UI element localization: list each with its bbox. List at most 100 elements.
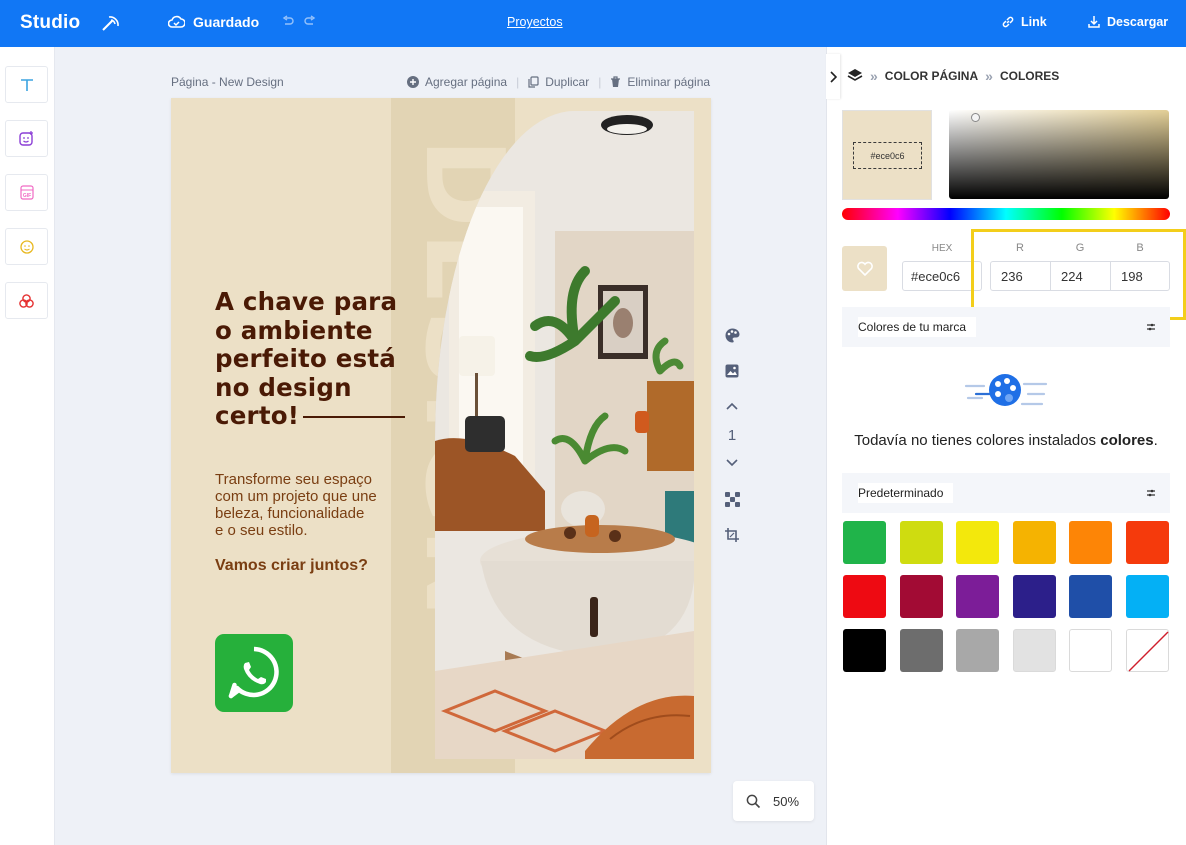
color-swatch[interactable]: [1012, 521, 1056, 564]
projects-link[interactable]: Proyectos: [507, 15, 563, 29]
hex-label: HEX: [931, 243, 953, 254]
hue-slider[interactable]: [842, 208, 1170, 220]
color-swatch[interactable]: [1126, 521, 1169, 564]
color-swatch[interactable]: [956, 521, 1000, 564]
add-page-label: Agregar página: [425, 75, 508, 89]
breadcrumb: » COLOR PÁGINA » COLORES: [847, 68, 1059, 84]
whatsapp-logo[interactable]: [215, 634, 293, 712]
color-swatch[interactable]: [1069, 575, 1113, 618]
trash-icon: [611, 76, 621, 87]
design-cta[interactable]: Vamos criar juntos?: [215, 557, 368, 575]
palette-icon: [725, 328, 739, 343]
color-swatch[interactable]: [899, 575, 943, 618]
design-subtext[interactable]: Transforme seu espaço com um projeto que…: [215, 471, 425, 539]
picker-handle[interactable]: [971, 113, 980, 122]
whatsapp-icon: [228, 646, 279, 699]
emoji-tool-button[interactable]: [5, 228, 48, 265]
empty-brand-colors-text: Todavía no tienes colores instalados col…: [842, 432, 1170, 449]
save-status: Guardado: [168, 14, 259, 30]
subtext-line: Transforme seu espaço: [215, 471, 373, 488]
delete-page-button[interactable]: Eliminar página: [610, 75, 710, 89]
link-button[interactable]: Link: [1001, 15, 1047, 29]
color-swatch[interactable]: [1069, 629, 1113, 672]
palette-button[interactable]: [722, 327, 742, 344]
settings-sliders-icon[interactable]: [1146, 488, 1156, 498]
brand-colors-header[interactable]: Colores de tu marca: [842, 307, 1170, 347]
save-status-label: Guardado: [193, 14, 260, 30]
color-swatch[interactable]: [843, 575, 886, 618]
crop-icon: [725, 528, 739, 542]
zoom-value: 50%: [773, 793, 800, 809]
headline-line: certo!: [215, 401, 300, 430]
brand-colors-title: Colores de tu marca: [858, 317, 977, 337]
design-headline[interactable]: A chave para o ambiente perfeito está no…: [215, 287, 445, 431]
gif-tool-button[interactable]: GIF: [5, 174, 48, 211]
current-color-hex: #ece0c6: [853, 142, 922, 169]
add-page-button[interactable]: Agregar página: [407, 75, 507, 89]
headline-line: no design: [215, 372, 352, 402]
breadcrumb-item[interactable]: COLOR PÁGINA: [885, 69, 978, 83]
settings-sliders-icon[interactable]: [1146, 322, 1156, 332]
hex-input[interactable]: #ece0c6: [902, 261, 982, 291]
delete-page-label: Eliminar página: [627, 75, 711, 89]
cloud-check-icon: [168, 15, 185, 28]
favorite-color-button[interactable]: [842, 246, 887, 291]
color-swatch[interactable]: [1012, 629, 1056, 672]
link-icon: [1002, 16, 1014, 28]
headline-line-last: certo!: [215, 401, 445, 431]
image-button[interactable]: [722, 363, 742, 379]
duplicate-label: Duplicar: [545, 75, 590, 89]
redo-icon[interactable]: [304, 15, 316, 27]
color-swatch[interactable]: [1126, 575, 1169, 618]
shapes-tool-button[interactable]: [5, 282, 48, 319]
page-up-button[interactable]: [722, 401, 742, 411]
color-swatch[interactable]: [1069, 521, 1113, 564]
brand-logo: Studio: [20, 12, 81, 33]
text-tool-icon: [20, 78, 33, 91]
default-colors-header[interactable]: Predeterminado: [842, 473, 1170, 513]
saturation-value-picker[interactable]: [949, 110, 1169, 199]
default-colors-title: Predeterminado: [858, 483, 954, 503]
color-swatch[interactable]: [899, 629, 943, 672]
download-icon: [1088, 16, 1100, 28]
color-swatch[interactable]: [1012, 575, 1056, 618]
breadcrumb-item: COLORES: [999, 69, 1060, 83]
headline-line: A chave para: [215, 287, 398, 316]
page-down-button[interactable]: [722, 458, 742, 468]
color-swatch[interactable]: [956, 575, 1000, 618]
design-page[interactable]: DESIGN: [171, 98, 711, 773]
current-color-preview: #ece0c6: [842, 110, 932, 200]
chevron-down-icon: [726, 459, 738, 467]
divider: |: [516, 75, 520, 89]
shapes-tool-icon: [19, 293, 34, 308]
svg-text:GIF: GIF: [22, 193, 30, 199]
color-swatch[interactable]: [899, 521, 943, 564]
page-number: 1: [727, 427, 737, 444]
no-color-swatch[interactable]: [1126, 629, 1169, 672]
image-icon: [725, 364, 739, 378]
headline-line: perfeito está: [215, 344, 397, 373]
duplicate-button[interactable]: Duplicar: [528, 75, 589, 89]
zoom-control[interactable]: 50%: [733, 781, 814, 821]
chevron-up-icon: [726, 402, 738, 410]
brand-wand-icon: [102, 16, 119, 31]
color-swatch[interactable]: [843, 629, 886, 672]
text-tool-button[interactable]: [5, 66, 48, 103]
sticker-tool-button[interactable]: [5, 120, 48, 157]
crop-button[interactable]: [722, 527, 742, 543]
undo-icon[interactable]: [282, 15, 294, 27]
download-button[interactable]: Descargar: [1087, 15, 1168, 29]
page-title: Página - New Design: [171, 75, 284, 89]
panel-collapse-button[interactable]: [826, 54, 840, 99]
color-swatch[interactable]: [956, 629, 1000, 672]
color-swatch[interactable]: [843, 521, 886, 564]
headline-rule: [303, 416, 406, 418]
zoom-icon: [746, 794, 761, 808]
chevron-right-icon: [829, 70, 837, 83]
subtext-line: beleza, funcionalidade: [215, 505, 365, 522]
subtext-line: e o seu estilo.: [215, 522, 308, 539]
link-button-label: Link: [1021, 15, 1047, 29]
double-chevron-icon: »: [985, 68, 993, 84]
grid-button[interactable]: [722, 491, 742, 508]
plus-circle-icon: [407, 76, 419, 88]
